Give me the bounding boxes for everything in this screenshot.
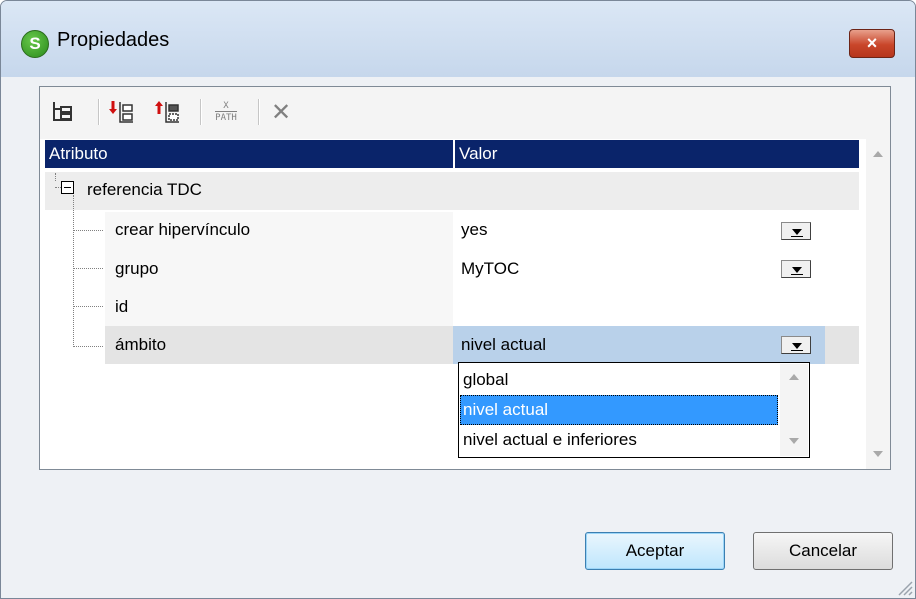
- tree-line: [73, 230, 103, 231]
- scroll-down-arrow-icon[interactable]: [873, 451, 883, 457]
- toolbar: X PATH ✕: [40, 87, 890, 139]
- close-button[interactable]: ×: [849, 29, 895, 58]
- cancel-button[interactable]: Cancelar: [753, 532, 893, 570]
- tree-line: [73, 268, 103, 269]
- scroll-down-arrow-icon[interactable]: [789, 438, 799, 444]
- ok-button[interactable]: Aceptar: [585, 532, 725, 570]
- property-value-cell[interactable]: [453, 212, 825, 250]
- header-divider: [453, 140, 455, 168]
- tree-line: [55, 187, 61, 188]
- property-name: ámbito: [115, 335, 167, 354]
- property-name: id: [115, 297, 129, 316]
- properties-dialog: S Propiedades × X PATH ✕ Atributo Valor …: [0, 0, 916, 599]
- dropdown-arrow-icon[interactable]: [781, 222, 811, 240]
- property-value: MyTOC: [461, 259, 520, 278]
- property-row[interactable]: [105, 288, 453, 326]
- tree-line: [73, 195, 74, 347]
- toolbar-separator: [98, 99, 100, 125]
- delete-icon[interactable]: ✕: [266, 97, 296, 127]
- property-value-cell[interactable]: [453, 288, 825, 326]
- dropdown-list[interactable]: global nivel actual nivel actual e infer…: [458, 362, 810, 458]
- tree-line: [73, 346, 103, 347]
- dropdown-option[interactable]: nivel actual e inferiores: [460, 425, 778, 455]
- toolbar-separator: [200, 99, 202, 125]
- app-icon: S: [21, 30, 49, 58]
- dialog-title: Propiedades: [57, 29, 170, 51]
- column-header-attribute[interactable]: Atributo: [45, 140, 453, 168]
- property-name: crear hipervínculo: [115, 220, 251, 239]
- resize-grip-icon[interactable]: [895, 578, 913, 596]
- toolbar-separator: [258, 99, 260, 125]
- property-value: yes: [461, 220, 488, 239]
- add-sibling-icon[interactable]: [152, 97, 182, 127]
- grid-scrollbar[interactable]: [866, 139, 890, 469]
- column-header-value[interactable]: Valor: [455, 140, 859, 168]
- tree-line: [55, 173, 56, 181]
- dropdown-option-selected[interactable]: nivel actual: [460, 395, 778, 425]
- tree-line: [73, 306, 103, 307]
- property-value: nivel actual: [461, 335, 547, 354]
- title-bar: S Propiedades ×: [1, 1, 915, 77]
- scroll-up-arrow-icon[interactable]: [873, 151, 883, 157]
- dropdown-arrow-icon[interactable]: [781, 336, 811, 354]
- dropdown-option[interactable]: global: [460, 365, 778, 395]
- add-child-icon[interactable]: [106, 97, 136, 127]
- property-name: grupo: [115, 259, 159, 278]
- dropdown-arrow-icon[interactable]: [781, 260, 811, 278]
- dropdown-scrollbar[interactable]: [780, 364, 808, 456]
- collapse-icon[interactable]: [61, 181, 74, 194]
- xpath-icon[interactable]: X PATH: [208, 97, 244, 127]
- tree-view-icon[interactable]: [48, 97, 78, 127]
- scroll-up-arrow-icon[interactable]: [789, 374, 799, 380]
- group-label: referencia TDC: [87, 180, 202, 199]
